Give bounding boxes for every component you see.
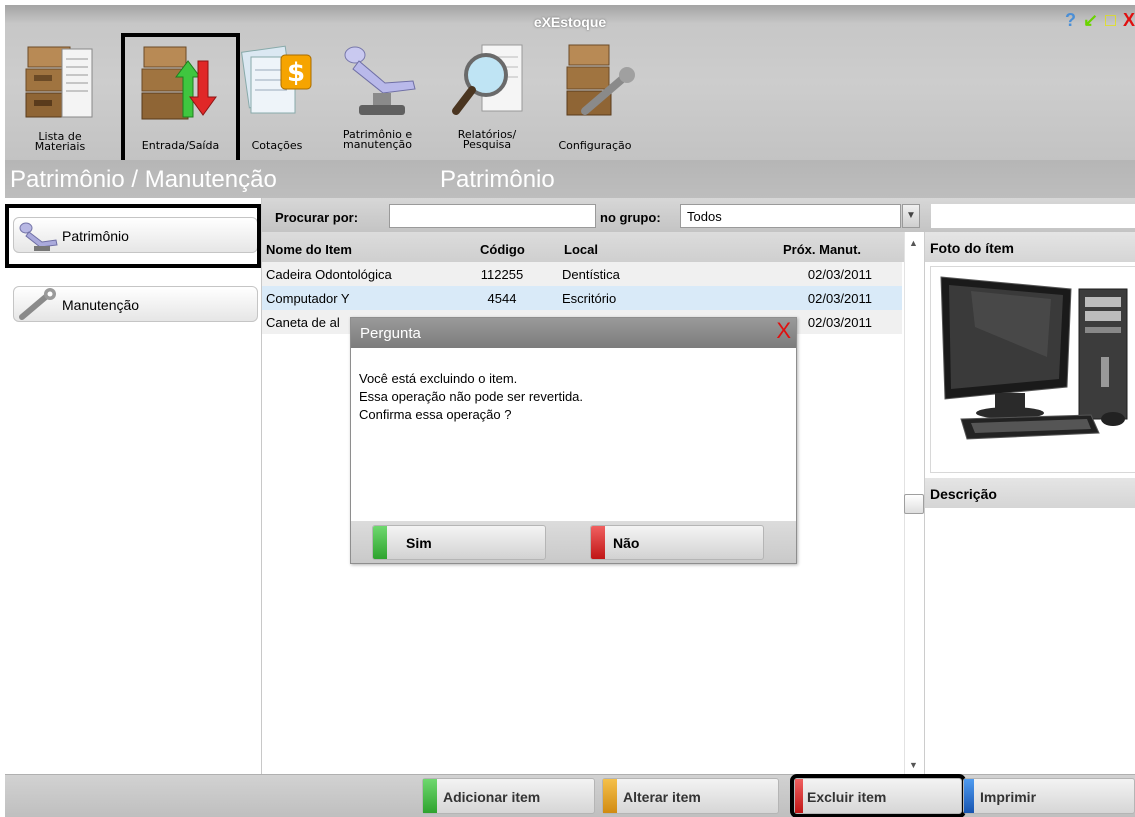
search-bar: Procurar por: no grupo: Todos ▼ — [262, 198, 1135, 232]
app-title: eXEstoque — [533, 14, 607, 30]
nav-item-label: Manutenção — [62, 297, 140, 313]
print-label: Imprimir — [980, 789, 1037, 805]
tool-label: Relatórios/ Pesquisa — [457, 128, 517, 151]
dialog-title: Pergunta — [360, 325, 421, 342]
edit-item-button[interactable]: Alterar item — [602, 778, 779, 814]
box-wrench-icon — [566, 44, 635, 116]
scroll-down-icon[interactable]: ▼ — [909, 760, 918, 770]
add-item-label: Adicionar item — [443, 789, 541, 805]
photo-header-spacer — [931, 204, 1135, 228]
quote-dollar-icon: $ — [241, 45, 312, 114]
tool-cotacoes[interactable]: $ Cotações — [237, 35, 317, 155]
svg-text:$: $ — [287, 58, 305, 88]
tool-entrada-saida[interactable]: Entrada/Saída — [121, 33, 240, 164]
green-chip — [373, 526, 387, 559]
tool-patrimonio-manutencao[interactable]: Patrimônio e manutenção — [330, 35, 425, 155]
scroll-up-icon[interactable]: ▲ — [909, 238, 918, 248]
group-label: no grupo: — [600, 210, 661, 225]
search-input[interactable] — [389, 204, 596, 228]
dialog-footer: Sim Não — [351, 521, 796, 563]
column-header-name[interactable]: Nome do Item — [266, 242, 352, 257]
tool-label: Cotações — [251, 139, 303, 152]
scrollbar-thumb[interactable] — [904, 494, 924, 514]
bottom-action-bar: Adicionar item Alterar item Excluir item… — [5, 774, 1135, 817]
add-item-button[interactable]: Adicionar item — [422, 778, 595, 814]
print-button[interactable]: Imprimir — [963, 778, 1135, 814]
table-header: Nome do Item Código Local Próx. Manut. — [262, 232, 904, 262]
photo-title: Foto do ítem — [925, 232, 1135, 262]
red-chip — [591, 526, 605, 559]
column-header-code[interactable]: Código — [480, 242, 525, 257]
dialog-line: Você está excluindo o item. — [359, 371, 518, 386]
dialog-title-bar: Pergunta X — [351, 318, 796, 348]
cell-location: Escritório — [562, 291, 617, 306]
nav-item-manutencao[interactable]: Manutenção — [13, 286, 258, 322]
orange-chip — [603, 779, 617, 813]
cell-location: Dentística — [562, 267, 620, 282]
cell-name: Computador Y — [266, 291, 350, 306]
dental-chair-icon — [344, 46, 416, 115]
tool-configuracao[interactable]: Configuração — [545, 35, 645, 155]
blue-chip — [964, 779, 974, 813]
no-button[interactable]: Não — [590, 525, 764, 560]
delete-item-button[interactable]: Excluir item — [790, 774, 966, 817]
cell-code: 4544 — [487, 291, 517, 306]
window-controls: ? ↙ □ X — [1063, 10, 1135, 31]
help-icon[interactable]: ? — [1065, 10, 1076, 31]
cell-name: Caneta de al — [266, 315, 340, 330]
report-magnifier-icon — [452, 44, 523, 115]
yes-button-label: Sim — [406, 535, 432, 551]
table-row[interactable]: Cadeira Odontológica 112255 Dentística 0… — [262, 262, 902, 286]
computer-icon — [940, 276, 1128, 440]
boxes-list-icon — [25, 46, 93, 118]
dialog-line: Essa operação não pode ser revertida. — [359, 389, 584, 404]
subsection-title: Patrimônio — [440, 166, 555, 193]
item-photo — [930, 266, 1135, 473]
tool-label: Lista de Materiais — [34, 130, 86, 153]
group-select[interactable]: Todos — [680, 204, 901, 228]
nav-selection-highlight — [5, 204, 261, 268]
cell-next-maintenance: 02/03/2011 — [807, 291, 872, 306]
yes-button[interactable]: Sim — [372, 525, 546, 560]
photo-panel: Foto do ítem Descrição — [924, 232, 1135, 774]
column-header-location[interactable]: Local — [564, 242, 598, 257]
main-toolbar: eXEstoque ? ↙ □ X Lista de Materiais Ent… — [5, 5, 1135, 164]
wrench-icon — [19, 288, 56, 320]
search-label: Procurar por: — [275, 210, 359, 225]
edit-item-label: Alterar item — [623, 789, 701, 805]
cell-next-maintenance: 02/03/2011 — [807, 267, 872, 282]
chevron-down-icon[interactable]: ▼ — [902, 204, 920, 228]
description-title: Descrição — [925, 478, 1135, 508]
tool-label: Patrimônio e manutenção — [342, 128, 413, 151]
column-header-next-maintenance[interactable]: Próx. Manut. — [783, 242, 861, 257]
cell-name: Cadeira Odontológica — [266, 267, 392, 282]
green-chip — [423, 779, 437, 813]
red-chip — [795, 779, 803, 813]
tool-relatorios-pesquisa[interactable]: Relatórios/ Pesquisa — [437, 35, 537, 155]
section-header: Patrimônio / Manutenção Patrimônio — [5, 160, 1135, 198]
delete-item-label: Excluir item — [807, 789, 887, 805]
maximize-icon[interactable]: □ — [1105, 10, 1116, 31]
close-icon[interactable]: X — [776, 319, 791, 343]
section-title: Patrimônio / Manutenção — [10, 166, 277, 193]
tool-lista-materiais[interactable]: Lista de Materiais — [15, 35, 105, 155]
no-button-label: Não — [613, 535, 640, 551]
confirm-dialog: Pergunta X Você está excluindo o item. E… — [350, 317, 797, 564]
table-scrollbar[interactable]: ▲ ▼ — [904, 232, 924, 774]
dialog-line: Confirma essa operação ? — [359, 407, 512, 422]
tool-label: Entrada/Saída — [141, 139, 220, 152]
close-icon[interactable]: X — [1123, 10, 1135, 31]
left-navigation: Patrimônio Manutenção — [5, 198, 262, 774]
entry-exit-arrows-icon — [141, 46, 217, 120]
dialog-message: Você está excluindo o item. Essa operaçã… — [359, 370, 583, 424]
tool-label: Configuração — [558, 139, 632, 152]
cell-code: 112255 — [480, 267, 524, 282]
table-row[interactable]: Computador Y 4544 Escritório 02/03/2011 — [262, 286, 902, 310]
minimize-icon[interactable]: ↙ — [1083, 10, 1098, 31]
